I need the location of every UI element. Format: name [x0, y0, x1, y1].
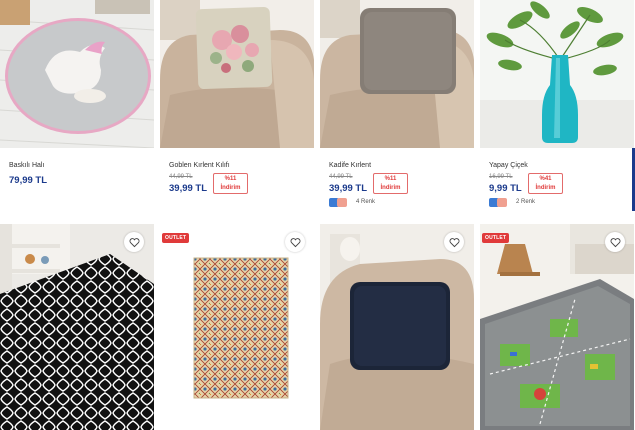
product-image[interactable]: [0, 224, 154, 430]
product-card-row2-2[interactable]: OUTLET: [160, 224, 314, 430]
color-swatch[interactable]: [337, 198, 347, 207]
color-swatches[interactable]: [489, 198, 507, 207]
discount-percent: %11: [384, 176, 397, 182]
discount-word: İndirim: [220, 185, 241, 191]
favorite-button[interactable]: [285, 232, 305, 252]
heart-outline-icon: [290, 237, 300, 247]
discount-percent: %11: [224, 176, 237, 182]
product-old-price: 16,99 TL: [489, 174, 513, 180]
product-image[interactable]: [320, 0, 474, 148]
discount-badge: %41 İndirim: [528, 173, 563, 194]
product-image[interactable]: [0, 0, 154, 148]
discount-badge: %11 İndirim: [213, 173, 248, 194]
product-price: 9,99 TL: [489, 183, 522, 194]
product-price: 39,99 TL: [169, 183, 208, 194]
product-card-row2-3[interactable]: [320, 224, 474, 430]
product-card-baskili-hali[interactable]: Baskılı Halı 79,99 TL: [0, 0, 154, 215]
product-old-price: 44,99 TL: [169, 174, 193, 180]
favorite-button[interactable]: [605, 232, 625, 252]
product-card-goblen-kirlent[interactable]: Goblen Kırlent Kılıfı 44,99 TL 39,99 TL …: [160, 0, 314, 215]
favorite-button[interactable]: [124, 232, 144, 252]
color-count: 2 Renk: [516, 199, 536, 205]
discount-percent: %41: [539, 176, 552, 182]
product-old-price: 44,99 TL: [329, 174, 353, 180]
heart-outline-icon: [129, 237, 139, 247]
outlet-badge: OUTLET: [162, 233, 190, 243]
product-image[interactable]: [160, 0, 314, 148]
product-name[interactable]: Yapay Çiçek: [489, 162, 528, 169]
product-image[interactable]: [480, 0, 634, 148]
favorite-button[interactable]: [444, 232, 464, 252]
color-swatches[interactable]: [329, 198, 347, 207]
product-card-kadife-kirlent[interactable]: Kadife Kırlent 44,99 TL 39,99 TL %11 İnd…: [320, 0, 474, 215]
outlet-badge: OUTLET: [482, 233, 510, 243]
product-price: 79,99 TL: [9, 175, 48, 186]
color-count: 4 Renk: [356, 199, 376, 205]
product-name[interactable]: Goblen Kırlent Kılıfı: [169, 162, 230, 169]
product-image[interactable]: [160, 224, 314, 430]
color-swatch[interactable]: [497, 198, 507, 207]
product-image[interactable]: [320, 224, 474, 430]
product-card-row2-4[interactable]: OUTLET: [480, 224, 634, 430]
heart-outline-icon: [610, 237, 620, 247]
product-card-yapay-cicek[interactable]: Yapay Çiçek 16,99 TL 9,99 TL %41 İndirim…: [480, 0, 634, 215]
product-price: 39,99 TL: [329, 183, 368, 194]
product-grid: Baskılı Halı 79,99 TL Goblen Kırlent Kıl…: [0, 0, 635, 430]
discount-badge: %11 İndirim: [373, 173, 408, 194]
discount-word: İndirim: [535, 185, 556, 191]
product-card-row2-1[interactable]: [0, 224, 154, 430]
heart-outline-icon: [449, 237, 459, 247]
product-name[interactable]: Kadife Kırlent: [329, 162, 371, 169]
product-image[interactable]: [480, 224, 634, 430]
discount-word: İndirim: [380, 185, 401, 191]
product-name[interactable]: Baskılı Halı: [9, 162, 44, 169]
